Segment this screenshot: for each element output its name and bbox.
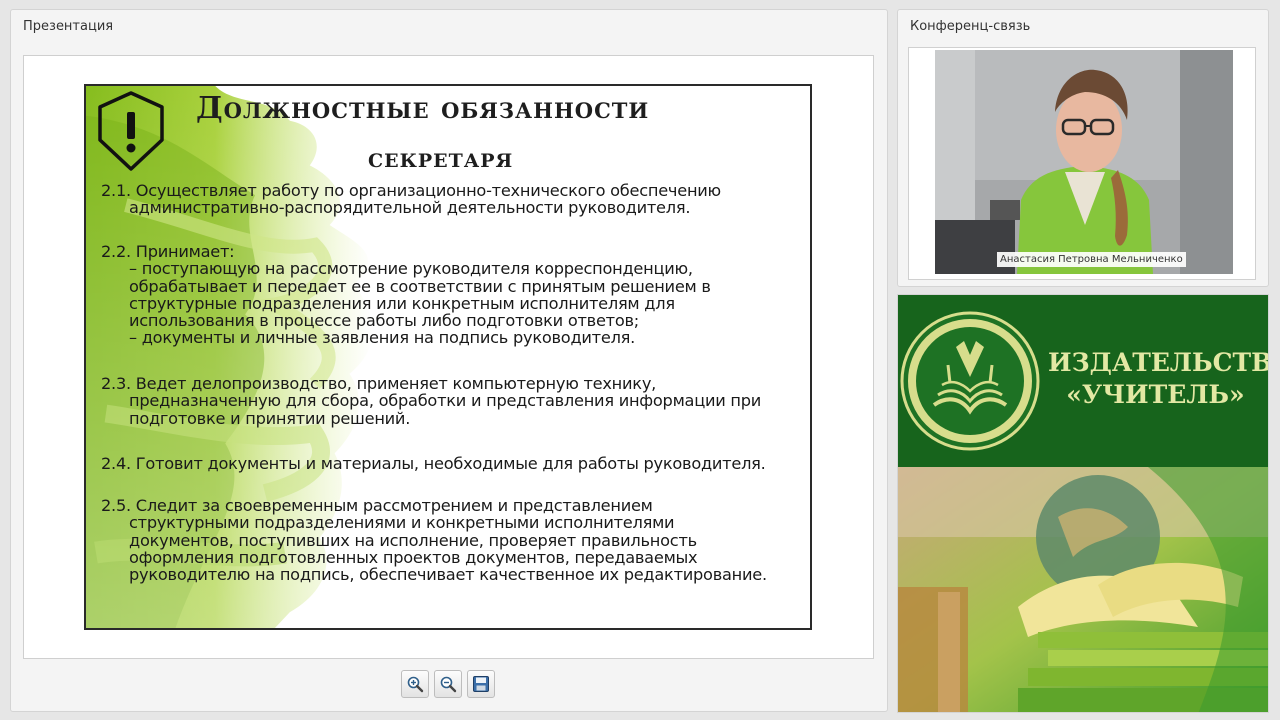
speaker-video-image: [935, 50, 1233, 274]
zoom-in-button[interactable]: [401, 670, 429, 698]
slide: Должностные обязанности секретаря 2.1. О…: [84, 84, 812, 630]
duty-line: структурные подразделения или конкретным…: [129, 293, 675, 313]
duty-line: структурными подразделениями и конкретны…: [129, 513, 675, 533]
publisher-panel: ИЗДАТЕЛЬСТВО «УЧИТЕЛЬ»: [897, 294, 1269, 713]
presentation-panel: Презентация Должностные обязанности секр…: [10, 9, 888, 712]
presentation-toolbar: [401, 670, 495, 698]
duty-line: 2.3. Ведет делопроизводство, применяет к…: [101, 374, 657, 393]
duty-item: 2.2. Принимает: – поступающую на рассмот…: [101, 243, 807, 347]
duty-item: 2.1. Осуществляет работу по организацион…: [101, 182, 807, 217]
duty-item: 2.4. Готовит документы и материалы, необ…: [101, 454, 807, 473]
duty-item: 2.5. Следит за своевременным рассмотрени…: [101, 496, 807, 585]
duty-line: использования в процессе работы либо под…: [129, 311, 639, 331]
books-and-globe-image: [898, 467, 1268, 712]
zoom-out-icon: [440, 676, 457, 693]
conference-panel: Конференц-связь Анастасия Петровна Мельн…: [897, 9, 1269, 287]
speaker-name-label: Анастасия Петровна Мельниченко: [997, 252, 1186, 267]
zoom-in-icon: [407, 676, 424, 693]
warning-exclamation-icon: [98, 91, 164, 171]
duty-item: 2.3. Ведет делопроизводство, применяет к…: [101, 375, 807, 427]
duty-line: 2.1. Осуществляет работу по организацион…: [101, 181, 721, 200]
duty-line: оформления подготовленных проектов докум…: [129, 547, 698, 567]
publisher-banner: ИЗДАТЕЛЬСТВО «УЧИТЕЛЬ»: [898, 295, 1268, 467]
duty-line: – поступающую на рассмотрение руководите…: [129, 259, 693, 279]
duty-line: документов, поступивших на исполнение, п…: [129, 530, 697, 550]
zoom-out-button[interactable]: [434, 670, 462, 698]
presentation-panel-title: Презентация: [23, 19, 114, 34]
video-frame: Анастасия Петровна Мельниченко: [908, 47, 1256, 280]
publisher-name: ИЗДАТЕЛЬСТВО «УЧИТЕЛЬ»: [1048, 347, 1268, 411]
duty-line: административно-распорядительной деятель…: [129, 198, 691, 218]
publisher-name-line-2: «УЧИТЕЛЬ»: [1066, 380, 1245, 409]
duty-line: 2.5. Следит за своевременным рассмотрени…: [101, 496, 653, 515]
slide-title-line-2: секретаря: [368, 143, 514, 174]
duty-line: 2.2. Принимает:: [101, 242, 235, 261]
duty-line: предназначенную для сбора, обработки и п…: [129, 391, 762, 411]
save-button[interactable]: [467, 670, 495, 698]
conference-panel-title: Конференц-связь: [910, 19, 1031, 34]
duty-line: подготовке и принятии решений.: [129, 408, 411, 428]
duty-line: руководителю на подпись, обеспечивает ка…: [129, 565, 767, 585]
slide-viewer[interactable]: Должностные обязанности секретаря 2.1. О…: [23, 55, 874, 659]
duty-line: 2.4. Готовит документы и материалы, необ…: [101, 454, 766, 473]
speaker-video[interactable]: Анастасия Петровна Мельниченко: [935, 50, 1233, 274]
slide-title-line-1: Должностные обязанности: [196, 91, 650, 126]
publisher-name-line-1: ИЗДАТЕЛЬСТВО: [1048, 348, 1268, 377]
duty-line: – документы и личные заявления на подпис…: [129, 328, 636, 348]
duty-line: обрабатывает и передает ее в соответстви…: [129, 276, 711, 296]
floppy-disk-icon: [473, 676, 489, 692]
